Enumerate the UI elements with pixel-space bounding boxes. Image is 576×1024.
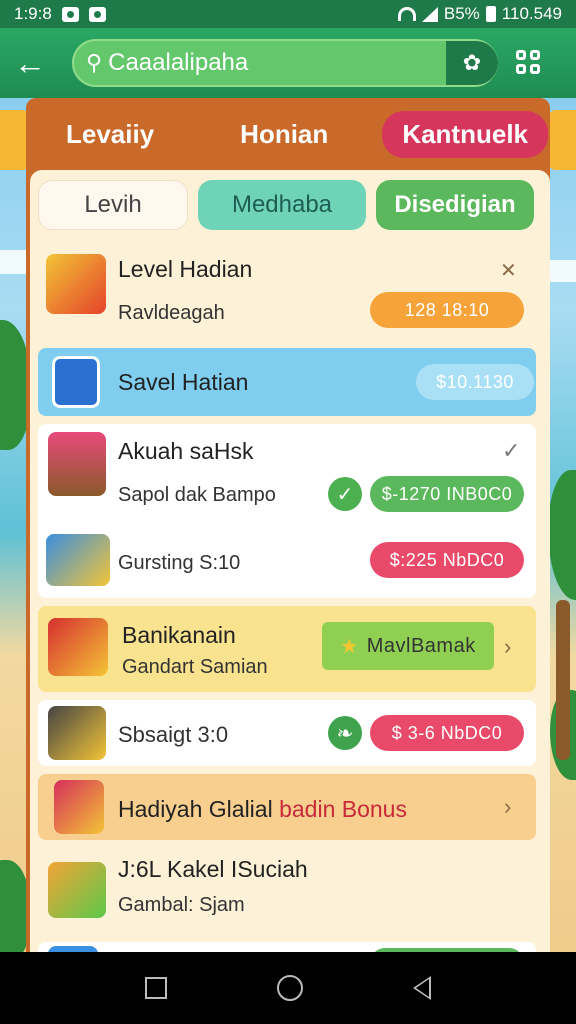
app-bar: ← ⚲ Caaalalipaha ✿ — [0, 28, 576, 98]
red-envelope-icon — [48, 618, 108, 676]
value-pill[interactable]: 128 18:10 — [370, 292, 524, 328]
value-pill[interactable]: $ 3-6 NbDC0 — [370, 715, 524, 751]
battery-text: B5% — [443, 4, 480, 23]
tab-kantnuelk[interactable]: Kantnuelk — [382, 110, 548, 158]
status-bar: 1:9:8 B5% 110.549 — [0, 0, 576, 28]
notification-icon — [88, 6, 106, 22]
item-subtitle: Sapol dak Bampo — [118, 484, 276, 506]
recents-icon[interactable] — [145, 977, 167, 999]
tab-honian[interactable]: Honian — [240, 119, 328, 150]
list-item-hadiyah[interactable]: Hadiyah Glalial badin Bonus › — [38, 774, 536, 840]
item-subtitle: Gandart Samian — [122, 656, 268, 678]
content-area: Levih Medhaba Disedigian Level Hadian ✕ … — [30, 170, 550, 978]
chevron-right-icon[interactable]: › — [504, 634, 511, 660]
check-icon: ✓ — [502, 438, 521, 463]
subtab-medhaba[interactable]: Medhaba — [198, 180, 366, 230]
close-icon[interactable]: ✕ — [500, 258, 517, 283]
chest-icon — [48, 706, 106, 760]
item-title: Savel Hatian — [118, 369, 249, 395]
value-pill[interactable]: $10.1130 — [416, 364, 534, 400]
grid-icon[interactable] — [516, 50, 542, 76]
star-icon: ★ — [340, 635, 359, 658]
signal-icon — [421, 6, 438, 22]
notification-icon — [61, 6, 79, 22]
status-clock: 110.549 — [501, 4, 562, 23]
item-title: Banikanain — [122, 622, 236, 648]
back-icon[interactable] — [413, 976, 431, 1000]
subtab-disedigian[interactable]: Disedigian — [376, 180, 534, 230]
item-subtitle: Ravldeagah — [118, 302, 225, 324]
action-label: MavlBamak — [366, 634, 476, 657]
item-title: J:6L Kakel ISuciah — [118, 856, 308, 882]
list-item-banikanain[interactable]: Banikanain Gandart Samian ★ MavlBamak › — [38, 606, 536, 692]
coupon-icon — [52, 356, 100, 408]
item-subtitle: Sbsaigt 3:0 — [118, 722, 229, 747]
present-icon — [54, 780, 104, 834]
sub-tabs: Levih Medhaba Disedigian — [38, 180, 534, 230]
search-input[interactable]: ⚲ Caaalalipaha ✿ — [72, 39, 498, 87]
item-title: Hadiyah Glalial badin Bonus — [118, 796, 407, 823]
value-pill[interactable]: $-1270 INB0C0 — [370, 476, 524, 512]
system-nav-bar — [0, 952, 576, 1024]
green-gift-icon — [48, 862, 106, 918]
gem-box-icon — [46, 534, 110, 586]
search-icon: ⚲ — [86, 50, 103, 75]
battery-icon — [485, 6, 496, 22]
status-time: 1:9:8 — [14, 4, 52, 23]
leaf-badge-icon[interactable]: ❧ — [328, 716, 362, 750]
main-panel: Levaiiy Honian Kantnuelk Levih Medhaba D… — [26, 98, 550, 978]
list-item-savel-hatian[interactable]: Savel Hatian $10.1130 — [38, 348, 536, 416]
item-title: Akuah saHsk — [118, 438, 254, 464]
chevron-right-icon[interactable]: › — [504, 794, 511, 820]
gift-icon — [46, 254, 106, 314]
list-item-sbsaigt[interactable]: Sbsaigt 3:0 ❧ $ 3-6 NbDC0 — [38, 700, 536, 766]
gem-basket-icon — [48, 432, 106, 496]
value-pill[interactable]: $:225 NbDC0 — [370, 542, 524, 578]
check-icon[interactable]: ✓ — [328, 477, 362, 511]
tab-levaiiy[interactable]: Levaiiy — [66, 119, 154, 150]
leaf-icon[interactable]: ✿ — [446, 41, 498, 85]
search-text: Caaalalipaha — [108, 49, 249, 76]
list-item-level-hadian[interactable]: Level Hadian ✕ Ravldeagah 128 18:10 — [38, 242, 536, 340]
home-icon[interactable] — [277, 975, 303, 1001]
title-red: badin Bonus — [279, 796, 407, 822]
top-tabs: Levaiiy Honian Kantnuelk — [26, 98, 550, 170]
item-subtitle: Gambal: Sjam — [118, 894, 245, 916]
back-arrow-icon[interactable]: ← — [14, 45, 54, 82]
action-button[interactable]: ★ MavlBamak — [322, 622, 494, 670]
item-subtitle: Gursting S:10 — [118, 552, 241, 574]
wifi-icon — [397, 7, 416, 21]
subtab-levih[interactable]: Levih — [38, 180, 188, 230]
list-item-kakel[interactable]: J:6L Kakel ISuciah Gambal: Sjam — [38, 842, 536, 936]
item-title: Level Hadian — [118, 256, 253, 282]
title-dark: Hadiyah Glalial — [118, 796, 280, 822]
list-item-akuah[interactable]: Akuah saHsk ✓ Sapol dak Bampo ✓ $-1270 I… — [38, 424, 536, 598]
